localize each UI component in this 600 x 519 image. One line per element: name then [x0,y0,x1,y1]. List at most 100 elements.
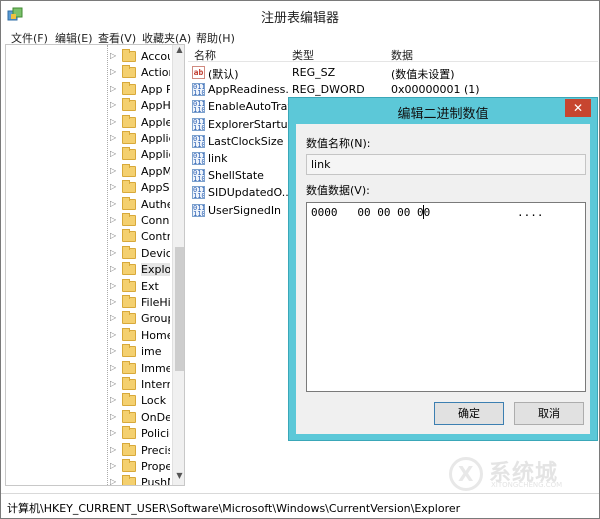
scroll-up-arrow-icon[interactable]: ▲ [173,45,184,59]
scroll-thumb[interactable] [175,247,184,371]
list-row[interactable]: ab (默认) REG_SZ (数值未设置) [188,64,598,81]
expand-arrow-icon[interactable]: ▷ [110,445,116,454]
tree-item[interactable]: ▷ AppSy [110,180,170,196]
folder-icon [122,131,136,144]
registry-tree-pane[interactable]: ▷ Accoun ▷ Action ▷ App Pa ▷ AppHo ▷ Applet ▷ Appli… [5,44,185,486]
tree-item[interactable]: ▷ AppMo [110,163,170,180]
tree-item[interactable]: ▷ Applet [110,114,170,131]
expand-arrow-icon[interactable]: ▷ [110,133,116,142]
tree-item[interactable]: ▷ Explor [110,262,170,278]
expand-arrow-icon[interactable]: ▷ [110,51,116,60]
folder-icon [122,180,136,194]
tree-item[interactable]: ▷ Contro [110,229,170,245]
expand-arrow-icon[interactable]: ▷ [110,264,116,273]
expand-arrow-icon[interactable]: ▷ [110,477,116,485]
expand-arrow-icon[interactable]: ▷ [110,363,116,372]
ascii-preview: .... [517,206,544,219]
tree-guide-line [107,45,108,485]
tree-item[interactable]: ▷ HomeG [110,327,170,344]
tree-item-label: Device [141,246,170,260]
folder-icon [122,114,136,128]
watermark: 系统城 XITONGCHENG.COM [449,453,597,493]
value-data: (数值未设置) [391,68,455,81]
watermark-logo-icon [449,457,483,491]
edit-binary-value-dialog: 编辑二进制数值 ✕ 数值名称(N): link 数值数据(V): 0000 00… [288,97,598,441]
column-header-type[interactable]: 类型 [292,47,314,63]
value-name: EnableAutoTray [208,100,288,114]
expand-arrow-icon[interactable]: ▷ [110,199,116,208]
tree-item[interactable]: ▷ Applica [110,131,170,147]
folder-icon [122,245,136,259]
tree-item[interactable]: ▷ AppHo [110,98,170,114]
folder-icon [122,147,136,161]
expand-arrow-icon[interactable]: ▷ [110,231,116,240]
column-header-name[interactable]: 名称 [194,47,216,63]
expand-arrow-icon[interactable]: ▷ [110,67,116,76]
tree-item[interactable]: ▷ Applica [110,147,170,163]
value-data-hex-editor[interactable]: 0000 00 00 00 00 .... [306,202,586,392]
tree-item[interactable]: ▷ Proper [110,459,170,475]
expand-arrow-icon[interactable]: ▷ [110,346,116,355]
expand-arrow-icon[interactable]: ▷ [110,215,116,224]
ok-button[interactable]: 确定 [434,402,504,425]
tree-item[interactable]: ▷ Conne [110,213,170,229]
value-name-field: link [306,154,586,175]
tree-item[interactable]: ▷ Action [110,65,170,81]
tree-item[interactable]: ▷ Precisi [110,442,170,459]
expand-arrow-icon[interactable]: ▷ [110,84,116,93]
expand-arrow-icon[interactable]: ▷ [110,149,116,158]
tree-item[interactable]: ▷ Group [110,311,170,327]
scroll-down-arrow-icon[interactable]: ▼ [173,471,184,485]
expand-arrow-icon[interactable]: ▷ [110,248,116,257]
column-header-data[interactable]: 数据 [391,47,413,63]
tree-item[interactable]: ▷ ime [110,344,170,360]
list-row[interactable]: 011 110 AppReadiness... REG_DWORD 0x0000000… [188,81,598,98]
expand-arrow-icon[interactable]: ▷ [110,117,116,126]
expand-arrow-icon[interactable]: ▷ [110,412,116,421]
expand-arrow-icon[interactable]: ▷ [110,313,116,322]
title-bar: 注册表编辑器 [1,1,599,29]
folder-icon [122,442,136,456]
value-name: ExplorerStartu... [208,117,288,131]
tree-item-label: Policie [141,427,170,441]
tree-item[interactable]: ▷ Immer [110,360,170,377]
tree-item-label: Interne [141,378,170,391]
tree-item[interactable]: ▷ App Pa [110,81,170,98]
hex-line[interactable]: 0000 00 00 00 00 [311,206,430,219]
tree-vertical-scrollbar[interactable]: ▲ ▼ [172,45,184,485]
value-type: REG_DWORD [292,83,365,97]
tree-item[interactable]: ▷ Interne [110,377,170,393]
tree-item[interactable]: ▷ Auther [110,196,170,213]
expand-arrow-icon[interactable]: ▷ [110,182,116,191]
folder-icon [122,360,136,374]
binary-value-icon: 011 110 [192,203,205,217]
tree-item[interactable]: ▷ Device [110,245,170,262]
tree-item[interactable]: ▷ FileHis [110,295,170,311]
expand-arrow-icon[interactable]: ▷ [110,166,116,175]
value-name: ShellState [208,169,264,183]
close-icon[interactable]: ✕ [565,99,591,117]
expand-arrow-icon[interactable]: ▷ [110,379,116,388]
folder-icon [122,475,136,485]
text-caret [423,205,424,219]
cancel-button[interactable]: 取消 [514,402,584,425]
value-name: (默认) [208,68,239,81]
tree-item[interactable]: ▷ Accoun [110,49,170,65]
expand-arrow-icon[interactable]: ▷ [110,297,116,306]
expand-arrow-icon[interactable]: ▷ [110,330,116,339]
expand-arrow-icon[interactable]: ▷ [110,395,116,404]
folder-icon [122,163,136,177]
tree-item[interactable]: ▷ OnDer [110,409,170,426]
expand-arrow-icon[interactable]: ▷ [110,281,116,290]
expand-arrow-icon[interactable]: ▷ [110,461,116,470]
tree-item[interactable]: ▷ Ext [110,278,170,295]
tree-item[interactable]: ▷ Policie [110,426,170,442]
value-data-label: 数值数据(V): [306,184,370,197]
tree-item-label: Applet [141,115,170,129]
tree-item[interactable]: ▷ Lock S [110,393,170,409]
tree-item[interactable]: ▷ PushN [110,475,170,485]
tree-item-label: App Pa [141,82,170,96]
expand-arrow-icon[interactable]: ▷ [110,100,116,109]
expand-arrow-icon[interactable]: ▷ [110,428,116,437]
binary-value-icon: 011 110 [192,134,205,148]
